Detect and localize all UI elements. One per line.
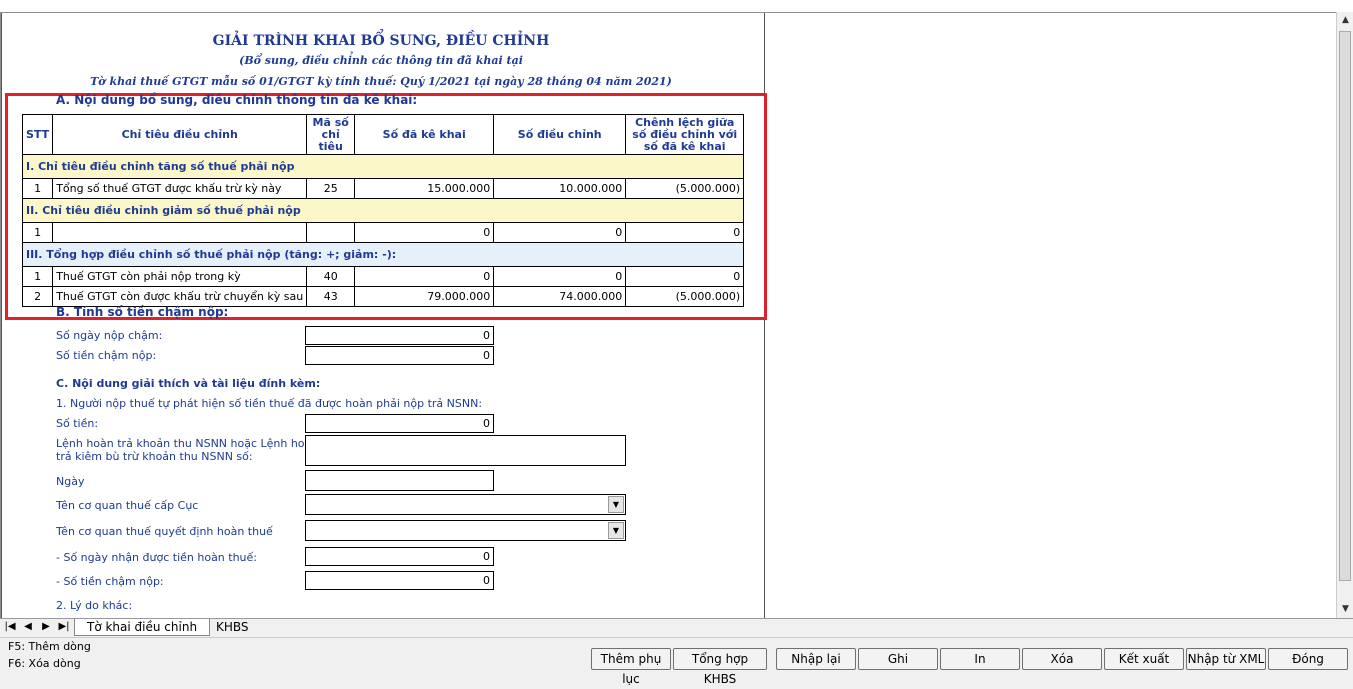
prev-sheet-icon[interactable]: ◀ bbox=[22, 621, 34, 632]
last-sheet-icon[interactable]: ▶| bbox=[58, 621, 70, 632]
reenter-button[interactable]: Nhập lại bbox=[776, 648, 856, 670]
dept-select[interactable]: ▼ bbox=[305, 494, 626, 515]
cell-declared[interactable]: 15.000.000 bbox=[354, 178, 495, 199]
bottom-toolbar: F5: Thêm dòng F6: Xóa dòng Thêm phụ lục … bbox=[0, 637, 1353, 686]
cell-stt: 1 bbox=[21, 222, 54, 243]
cell-code: 43 bbox=[306, 286, 356, 307]
cell-declared: 0 bbox=[354, 266, 495, 287]
cell-name: Thuế GTGT còn được khấu trừ chuyển kỳ sa… bbox=[52, 286, 308, 307]
sheet-tab-bar: |◀ ◀ ▶ ▶| Tờ khai điều chỉnh KHBS bbox=[0, 618, 1353, 637]
col-header-name: Chỉ tiêu điều chỉnh bbox=[52, 114, 308, 155]
cell-diff: (5.000.000) bbox=[625, 286, 745, 307]
cell-adjusted: 0 bbox=[493, 266, 627, 287]
next-sheet-icon[interactable]: ▶ bbox=[40, 621, 52, 632]
col-header-stt: STT bbox=[21, 114, 54, 155]
cell-stt: 1 bbox=[21, 266, 54, 287]
group-label: III. Tổng hợp điều chỉnh số thuế phải nộ… bbox=[21, 242, 745, 267]
cell-code: 40 bbox=[306, 266, 356, 287]
delete-button[interactable]: Xóa bbox=[1022, 648, 1102, 670]
group-row-summary: III. Tổng hợp điều chỉnh số thuế phải nộ… bbox=[21, 242, 745, 267]
table-row: 2 Thuế GTGT còn được khấu trừ chuyển kỳ … bbox=[21, 286, 745, 307]
cell-adjusted[interactable]: 0 bbox=[493, 222, 627, 243]
col-header-code: Mã số chỉ tiêu bbox=[306, 114, 356, 155]
late-days-label: Số ngày nộp chậm: bbox=[56, 329, 163, 342]
decision-label: Tên cơ quan thuế quyết định hoàn thuế bbox=[56, 525, 273, 538]
tab-khbs[interactable]: KHBS bbox=[204, 619, 261, 635]
section-a-heading: A. Nội dung bổ sung, điều chỉnh thông ti… bbox=[56, 93, 418, 107]
cell-stt: 2 bbox=[21, 286, 54, 307]
tab-adjustment-declaration[interactable]: Tờ khai điều chỉnh bbox=[74, 619, 211, 636]
cell-name[interactable] bbox=[52, 222, 308, 243]
section-c-heading: C. Nội dung giải thích và tài liệu đính … bbox=[56, 377, 321, 390]
add-appendix-button[interactable]: Thêm phụ lục bbox=[591, 648, 671, 686]
section-b-heading: B. Tính số tiền chậm nộp: bbox=[56, 305, 229, 319]
chevron-down-icon[interactable]: ▼ bbox=[608, 522, 624, 539]
col-header-diff: Chênh lệch giữa số điều chỉnh với số đã … bbox=[625, 114, 745, 155]
date-input[interactable] bbox=[305, 470, 494, 491]
table-row: 1 Tổng số thuế GTGT được khấu trừ kỳ này… bbox=[21, 178, 745, 199]
refund-days-label: - Số ngày nhận được tiền hoàn thuế: bbox=[56, 551, 258, 564]
group-label: II. Chỉ tiêu điều chỉnh giảm số thuế phả… bbox=[21, 198, 745, 223]
import-xml-button[interactable]: Nhập từ XML bbox=[1186, 648, 1266, 670]
cell-name[interactable]: Tổng số thuế GTGT được khấu trừ kỳ này bbox=[52, 178, 308, 199]
cell-stt: 1 bbox=[21, 178, 54, 199]
table-header-row: STT Chỉ tiêu điều chỉnh Mã số chỉ tiêu S… bbox=[21, 114, 745, 155]
cell-declared: 79.000.000 bbox=[354, 286, 495, 307]
top-strip bbox=[0, 0, 1353, 12]
vertical-scrollbar[interactable]: ▲ ▼ bbox=[1336, 12, 1353, 618]
refund-order-input[interactable] bbox=[305, 435, 626, 466]
left-border bbox=[1, 13, 2, 619]
cell-name: Thuế GTGT còn phải nộp trong kỳ bbox=[52, 266, 308, 287]
scroll-up-icon[interactable]: ▲ bbox=[1337, 12, 1353, 29]
col-header-adjusted: Số điều chỉnh bbox=[493, 114, 627, 155]
table-row: 1 0 0 0 bbox=[21, 222, 745, 243]
section-c-item2: 2. Lý do khác: bbox=[56, 599, 133, 612]
decision-select[interactable]: ▼ bbox=[305, 520, 626, 541]
save-button[interactable]: Ghi bbox=[858, 648, 938, 670]
form-sheet: GIẢI TRÌNH KHAI BỔ SUNG, ĐIỀU CHỈNH (Bổ … bbox=[0, 12, 1337, 619]
group-label: I. Chỉ tiêu điều chỉnh tăng số thuế phải… bbox=[21, 154, 745, 179]
first-sheet-icon[interactable]: |◀ bbox=[4, 621, 16, 632]
print-button[interactable]: In bbox=[940, 648, 1020, 670]
adjustment-table: STT Chỉ tiêu điều chỉnh Mã số chỉ tiêu S… bbox=[21, 114, 745, 307]
chevron-down-icon[interactable]: ▼ bbox=[608, 496, 624, 513]
late-days-input[interactable]: 0 bbox=[305, 326, 494, 345]
date-label: Ngày bbox=[56, 475, 85, 488]
scroll-down-icon[interactable]: ▼ bbox=[1337, 601, 1353, 618]
cell-diff: 0 bbox=[625, 266, 745, 287]
cell-adjusted[interactable]: 10.000.000 bbox=[493, 178, 627, 199]
page-title: GIẢI TRÌNH KHAI BỔ SUNG, ĐIỀU CHỈNH bbox=[212, 33, 550, 49]
hint-f5: F5: Thêm dòng bbox=[8, 640, 91, 653]
cell-adjusted: 74.000.000 bbox=[493, 286, 627, 307]
cell-diff: (5.000.000) bbox=[625, 178, 745, 199]
col-header-declared: Số đã kê khai bbox=[354, 114, 495, 155]
cell-code bbox=[306, 222, 356, 243]
late-amount-input[interactable]: 0 bbox=[305, 346, 494, 365]
cell-code: 25 bbox=[306, 178, 356, 199]
refund-late-amount-input[interactable]: 0 bbox=[305, 571, 494, 590]
export-button[interactable]: Kết xuất bbox=[1104, 648, 1184, 670]
refund-amount-input[interactable]: 0 bbox=[305, 414, 494, 433]
summary-button[interactable]: Tổng hợp KHBS bbox=[673, 648, 767, 686]
hint-f6: F6: Xóa dòng bbox=[8, 657, 81, 670]
page-subtitle: (Bổ sung, điều chỉnh các thông tin đã kh… bbox=[239, 54, 523, 67]
dept-label: Tên cơ quan thuế cấp Cục bbox=[56, 499, 199, 512]
table-row: 1 Thuế GTGT còn phải nộp trong kỳ 40 0 0… bbox=[21, 266, 745, 287]
scroll-thumb[interactable] bbox=[1339, 31, 1351, 581]
refund-amount-label: Số tiền: bbox=[56, 417, 99, 430]
cell-declared[interactable]: 0 bbox=[354, 222, 495, 243]
refund-order-label-1: Lệnh hoàn trả khoản thu NSNN hoặc Lệnh h… bbox=[56, 437, 319, 450]
refund-days-input[interactable]: 0 bbox=[305, 547, 494, 566]
cell-diff: 0 bbox=[625, 222, 745, 243]
close-button[interactable]: Đóng bbox=[1268, 648, 1348, 670]
group-row-increase: I. Chỉ tiêu điều chỉnh tăng số thuế phải… bbox=[21, 154, 745, 179]
refund-late-amount-label: - Số tiền chậm nộp: bbox=[56, 575, 164, 588]
section-c-item1: 1. Người nộp thuế tự phát hiện số tiền t… bbox=[56, 397, 483, 410]
refund-order-label-2: trả kiêm bù trừ khoản thu NSNN số: bbox=[56, 450, 253, 463]
late-amount-label: Số tiền chậm nộp: bbox=[56, 349, 157, 362]
group-row-decrease: II. Chỉ tiêu điều chỉnh giảm số thuế phả… bbox=[21, 198, 745, 223]
page-subtitle-2: Tờ khai thuế GTGT mẫu số 01/GTGT kỳ tính… bbox=[90, 75, 672, 88]
